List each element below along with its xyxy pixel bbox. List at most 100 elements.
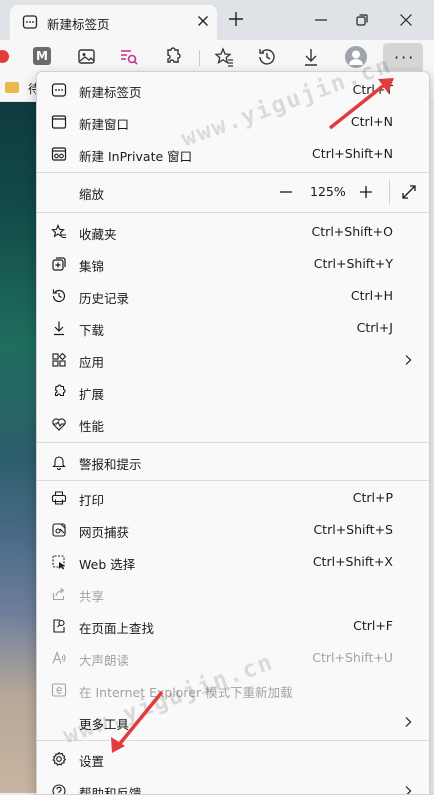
m-extension-icon[interactable]: M bbox=[33, 47, 51, 65]
full-screen-icon[interactable] bbox=[401, 184, 417, 200]
menu-item-shortcut: Ctrl+J bbox=[356, 320, 393, 335]
menu-item-web-capture[interactable]: 网页捕获 Ctrl+Shift+S bbox=[37, 514, 429, 546]
menu-item-label: 新建窗口 bbox=[79, 117, 130, 132]
menu-item-label: 新建标签页 bbox=[79, 85, 142, 100]
menu-item-shortcut: Ctrl+F bbox=[353, 618, 393, 633]
menu-item-shortcut: Ctrl+Shift+U bbox=[312, 650, 393, 665]
bell-icon bbox=[51, 454, 67, 470]
menu-item-label: 集锦 bbox=[79, 259, 105, 274]
close-window-icon[interactable] bbox=[398, 12, 414, 28]
new-window-icon bbox=[51, 114, 67, 130]
menu-item-label: 下载 bbox=[79, 323, 105, 338]
chevron-right-icon bbox=[401, 353, 415, 367]
help-icon bbox=[51, 783, 67, 794]
menu-item-print[interactable]: 打印 Ctrl+P bbox=[37, 482, 429, 514]
menu-item-shortcut: Ctrl+Shift+O bbox=[311, 224, 393, 239]
zoom-out-icon[interactable] bbox=[277, 183, 295, 201]
menu-divider bbox=[37, 480, 429, 481]
menu-divider bbox=[37, 442, 429, 443]
restore-icon[interactable] bbox=[354, 12, 370, 28]
menu-item-find-on-page[interactable]: 在页面上查找 Ctrl+F bbox=[37, 610, 429, 642]
favorites-star-icon[interactable] bbox=[213, 46, 235, 68]
menu-item-settings[interactable]: 设置 bbox=[37, 743, 429, 775]
zoom-level: 125% bbox=[310, 184, 346, 199]
menu-item-zoom: 缩放 125% bbox=[37, 176, 429, 208]
menu-item-label: 帮助和反馈 bbox=[79, 786, 142, 795]
menu-item-performance[interactable]: 性能 bbox=[37, 408, 429, 440]
adblock-extension-icon[interactable] bbox=[0, 50, 9, 63]
menu-item-help-and-feedback[interactable]: 帮助和反馈 bbox=[37, 775, 429, 795]
zoom-label: 缩放 bbox=[79, 187, 105, 202]
share-icon bbox=[51, 586, 67, 602]
menu-item-extensions[interactable]: 扩展 bbox=[37, 376, 429, 408]
menu-item-label: 设置 bbox=[79, 754, 105, 769]
menu-item-label: 新建 InPrivate 窗口 bbox=[79, 149, 193, 164]
web-select-icon bbox=[51, 554, 67, 570]
chevron-right-icon bbox=[401, 784, 415, 794]
apps-icon bbox=[51, 352, 67, 368]
favorites-icon bbox=[51, 224, 67, 240]
new-tab-page-icon bbox=[22, 14, 38, 30]
menu-item-shortcut: Ctrl+Shift+N bbox=[312, 146, 393, 161]
new-tab-icon bbox=[51, 82, 67, 98]
menu-divider bbox=[37, 740, 429, 741]
print-icon bbox=[51, 490, 67, 506]
tab-strip: 新建标签页 bbox=[0, 0, 434, 40]
menu-item-shortcut: Ctrl+N bbox=[350, 114, 393, 129]
menu-item-shortcut: Ctrl+Shift+Y bbox=[313, 256, 393, 271]
search-extension-icon[interactable] bbox=[118, 46, 140, 68]
menu-item-label: 打印 bbox=[79, 493, 105, 508]
tab-title: 新建标签页 bbox=[47, 17, 110, 32]
history-icon[interactable] bbox=[256, 46, 278, 68]
menu-item-label: 历史记录 bbox=[79, 291, 130, 306]
menu-item-downloads[interactable]: 下载 Ctrl+J bbox=[37, 312, 429, 344]
new-tab-plus-icon[interactable] bbox=[227, 10, 245, 28]
download-icon[interactable] bbox=[300, 46, 322, 68]
menu-item-shortcut: Ctrl+Shift+S bbox=[313, 522, 393, 537]
menu-item-label: 共享 bbox=[79, 589, 105, 604]
extensions-icon[interactable] bbox=[161, 46, 183, 68]
ie-icon bbox=[51, 682, 67, 698]
inprivate-icon bbox=[51, 146, 67, 162]
image-extension-icon[interactable] bbox=[76, 46, 98, 68]
menu-item-share: 共享 bbox=[37, 578, 429, 610]
menu-divider bbox=[37, 172, 429, 173]
menu-item-history[interactable]: 历史记录 Ctrl+H bbox=[37, 280, 429, 312]
menu-item-collections[interactable]: 集锦 Ctrl+Shift+Y bbox=[37, 248, 429, 280]
menu-item-web-select[interactable]: Web 选择 Ctrl+Shift+X bbox=[37, 546, 429, 578]
extensions-icon bbox=[51, 384, 67, 400]
chevron-right-icon bbox=[401, 715, 415, 729]
menu-item-label: 网页捕获 bbox=[79, 525, 130, 540]
close-tab-icon[interactable] bbox=[195, 13, 211, 29]
menu-item-shortcut: Ctrl+P bbox=[352, 490, 393, 505]
menu-item-shortcut: Ctrl+Shift+X bbox=[312, 554, 393, 569]
menu-item-label: 应用 bbox=[79, 355, 105, 370]
find-icon bbox=[51, 618, 67, 634]
more-dots-icon: ··· bbox=[394, 48, 416, 67]
menu-item-label: 性能 bbox=[79, 419, 105, 434]
collections-icon bbox=[51, 256, 67, 272]
menu-item-label: 在页面上查找 bbox=[79, 621, 155, 636]
menu-item-label: 大声朗读 bbox=[79, 653, 130, 668]
performance-icon bbox=[51, 416, 67, 432]
download-icon bbox=[51, 320, 67, 336]
zoom-divider bbox=[389, 180, 390, 204]
minimize-icon[interactable] bbox=[313, 12, 329, 28]
menu-item-label: 收藏夹 bbox=[79, 227, 117, 242]
menu-item-label: 扩展 bbox=[79, 387, 105, 402]
menu-item-shortcut: Ctrl+H bbox=[350, 288, 393, 303]
web-capture-icon bbox=[51, 522, 67, 538]
tab-new-tab[interactable]: 新建标签页 bbox=[10, 5, 217, 40]
toolbar-divider bbox=[199, 50, 200, 66]
history-icon bbox=[51, 288, 67, 304]
menu-item-new-inprivate-window[interactable]: 新建 InPrivate 窗口 Ctrl+Shift+N bbox=[37, 138, 429, 170]
menu-item-favorites[interactable]: 收藏夹 Ctrl+Shift+O bbox=[37, 216, 429, 248]
menu-item-alerts-and-tips[interactable]: 警报和提示 bbox=[37, 446, 429, 478]
zoom-in-icon[interactable] bbox=[357, 183, 375, 201]
menu-divider bbox=[37, 212, 429, 213]
folder-icon[interactable] bbox=[5, 82, 19, 93]
menu-item-apps[interactable]: 应用 bbox=[37, 344, 429, 376]
menu-item-label: Web 选择 bbox=[79, 557, 136, 572]
read-aloud-icon bbox=[51, 650, 67, 666]
settings-icon bbox=[51, 751, 67, 767]
